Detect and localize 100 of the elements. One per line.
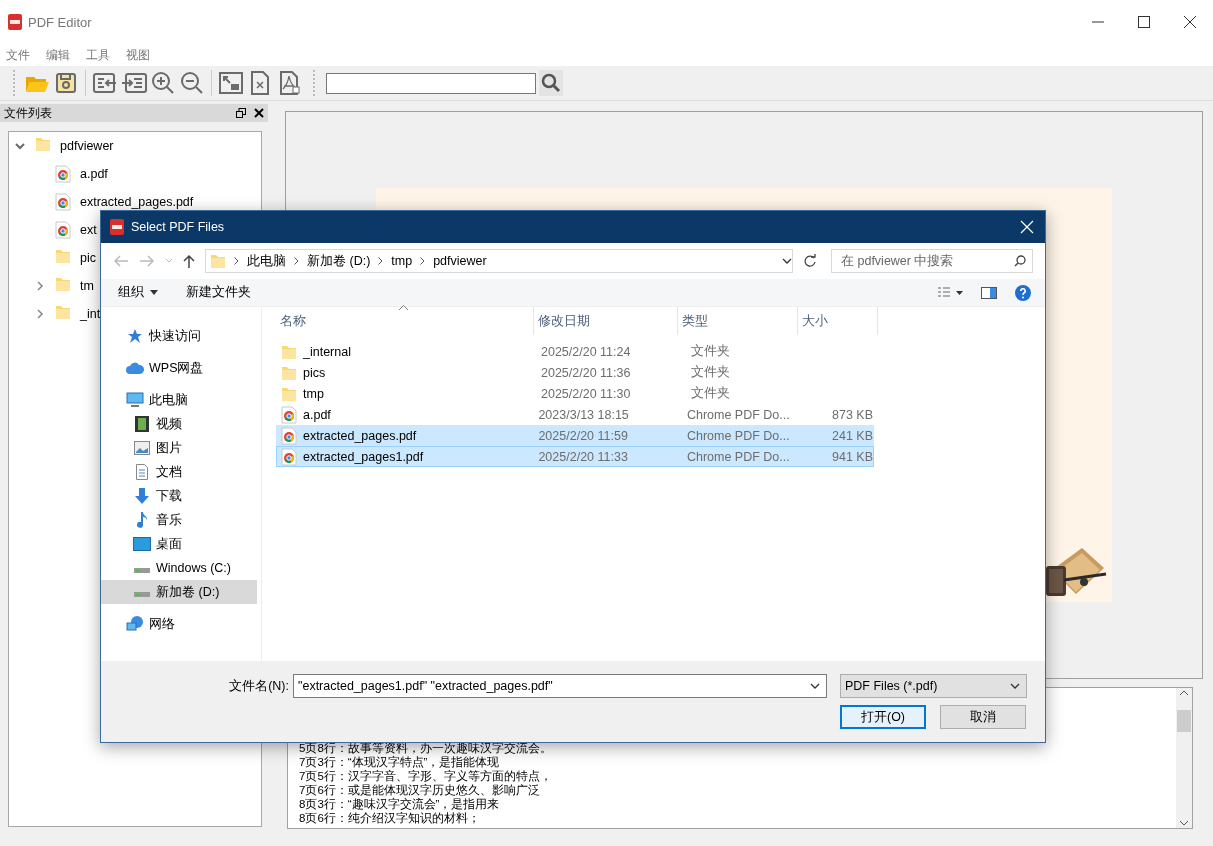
chrome-file-icon — [55, 193, 71, 211]
tree-item-label[interactable]: a.pdf — [80, 168, 108, 180]
scroll-down-icon[interactable] — [1180, 820, 1188, 826]
close-panel-icon[interactable] — [254, 108, 264, 118]
zoom-out-icon[interactable] — [179, 70, 205, 96]
breadcrumb-item[interactable]: 新加卷 (D:) — [307, 252, 371, 270]
folder-icon — [210, 252, 226, 270]
chrome-file-icon — [281, 426, 297, 445]
nav-item[interactable]: WPS网盘 — [101, 356, 257, 380]
nav-item[interactable]: 桌面 — [101, 532, 257, 556]
log-line: 7页5行：汉字字音、字形、字义等方面的特点， — [299, 769, 553, 783]
zoom-in-icon[interactable] — [150, 70, 176, 96]
dropdown-caret-icon[interactable] — [782, 257, 792, 265]
preview-pane-icon[interactable] — [981, 286, 997, 299]
menu-item[interactable]: 编辑 — [46, 46, 70, 64]
file-date: 2025/2/20 11:24 — [540, 344, 632, 359]
new-folder-button[interactable]: 新建文件夹 — [186, 284, 251, 301]
file-date: 2025/2/20 11:33 — [537, 449, 629, 464]
chevron-right-icon — [420, 257, 426, 265]
column-header[interactable]: 名称 — [276, 307, 534, 335]
file-row[interactable]: tmp 2025/2/20 11:30 文件夹 — [276, 383, 874, 404]
search-field[interactable] — [326, 72, 536, 94]
film-icon — [135, 416, 149, 432]
breadcrumb-item[interactable]: tmp — [391, 254, 413, 268]
star-icon — [127, 328, 143, 344]
file-type: Chrome PDF Do... — [686, 449, 791, 464]
nav-item[interactable]: 下载 — [101, 484, 257, 508]
caret-icon — [150, 290, 158, 295]
chevron-right-icon — [378, 257, 384, 265]
file-size: 241 KB — [831, 428, 873, 443]
list-arrow-right-icon[interactable] — [121, 70, 147, 96]
file-name: _internal — [303, 344, 351, 359]
menu-item[interactable]: 工具 — [86, 46, 110, 64]
menu-item[interactable]: 视图 — [126, 46, 150, 64]
file-row[interactable]: pics 2025/2/20 11:36 文件夹 — [276, 362, 874, 383]
file-type: Chrome PDF Do... — [686, 407, 791, 422]
file-row[interactable]: extracted_pages1.pdf 2025/2/20 11:33 Chrome PDF Do... 941 KB — [276, 446, 874, 467]
nav-item[interactable]: 文档 — [101, 460, 257, 484]
file-row[interactable]: _internal 2025/2/20 11:24 文件夹 — [276, 341, 874, 362]
address-bar[interactable]: 此电脑 新加卷 (D:) tmp pdfviewer — [205, 249, 793, 273]
column-header[interactable]: 类型 — [678, 307, 798, 335]
network-icon — [126, 616, 144, 632]
float-icon[interactable] — [236, 108, 246, 118]
tree-item-label[interactable]: ext — [80, 224, 97, 236]
nav-item[interactable]: 音乐 — [101, 508, 257, 532]
file-date: 2023/3/13 18:15 — [537, 407, 630, 422]
open-button[interactable]: 打开(O) — [840, 705, 926, 729]
sort-caret-icon — [399, 305, 408, 310]
document-icon — [136, 464, 148, 480]
cloud-icon — [126, 361, 144, 375]
organize-menu[interactable]: 组织 — [118, 284, 158, 301]
log-line: 7页6行：或是能体现汉字历史悠久、影响广泛 — [299, 783, 541, 797]
close-icon[interactable] — [1184, 16, 1196, 28]
menu-item[interactable]: 文件 — [6, 46, 30, 64]
file-type: 文件夹 — [691, 385, 731, 402]
tree-item-label[interactable]: tm — [80, 280, 94, 292]
breadcrumb-item[interactable]: pdfviewer — [433, 254, 487, 268]
column-header[interactable]: 修改日期 — [534, 307, 678, 335]
search-field[interactable]: 在 pdfviewer 中搜索 — [831, 249, 1033, 273]
tree-item-label[interactable]: extracted_pages.pdf — [80, 196, 194, 208]
tree-item-label[interactable]: pdfviewer — [60, 140, 114, 152]
chrome-file-icon — [55, 221, 71, 239]
nav-item[interactable]: 快速访问 — [101, 324, 257, 348]
cancel-button[interactable]: 取消 — [940, 705, 1026, 729]
help-icon[interactable] — [1015, 284, 1031, 301]
maximize-icon[interactable] — [1138, 16, 1150, 28]
view-options-icon[interactable] — [937, 286, 963, 299]
tree-item-label[interactable]: pic — [80, 252, 96, 264]
search-icon[interactable] — [539, 70, 563, 96]
column-header[interactable]: 大小 — [798, 307, 878, 335]
nav-item[interactable]: 视频 — [101, 412, 257, 436]
chrome-file-icon — [281, 405, 297, 424]
dropdown-caret-icon — [810, 682, 820, 690]
file-row[interactable]: a.pdf 2023/3/13 18:15 Chrome PDF Do... 873 KB — [276, 404, 874, 425]
save-icon[interactable] — [53, 70, 79, 96]
app-logo-icon — [8, 14, 22, 30]
file-row[interactable]: extracted_pages.pdf 2025/2/20 11:59 Chrome PDF Do... 241 KB — [276, 425, 874, 446]
nav-item[interactable]: Windows (C:) — [101, 556, 257, 580]
up-arrow-icon[interactable] — [183, 254, 195, 268]
file-date: 2025/2/20 11:36 — [540, 365, 632, 380]
filename-field[interactable]: "extracted_pages1.pdf" "extracted_pages.pdf" — [293, 674, 827, 698]
dialog-title: Select PDF Files — [131, 220, 225, 234]
list-arrow-left-icon[interactable] — [92, 70, 118, 96]
file-name: extracted_pages.pdf — [303, 428, 417, 443]
chevron-right-icon — [294, 257, 299, 265]
log-line: 8页3行：“趣味汉字交流会”，是指用来 — [299, 797, 501, 811]
file-name: tmp — [303, 386, 324, 401]
file-type-dropdown[interactable]: PDF Files (*.pdf) — [840, 674, 1027, 698]
nav-item[interactable]: 图片 — [101, 436, 257, 460]
nav-item[interactable]: 新加卷 (D:) — [101, 580, 257, 604]
refresh-icon[interactable] — [803, 254, 817, 268]
breadcrumb-item[interactable]: 此电脑 — [247, 252, 286, 270]
nav-item[interactable]: 网络 — [101, 612, 257, 636]
image-extract-icon[interactable] — [218, 70, 244, 96]
scroll-up-icon[interactable] — [1180, 690, 1188, 696]
scrollbar-thumb[interactable] — [1177, 710, 1191, 732]
nav-item[interactable]: 此电脑 — [101, 388, 257, 412]
dropdown-caret-icon — [1010, 682, 1020, 690]
tree-item-label[interactable]: _int — [80, 308, 101, 320]
window-title: PDF Editor — [28, 14, 92, 30]
